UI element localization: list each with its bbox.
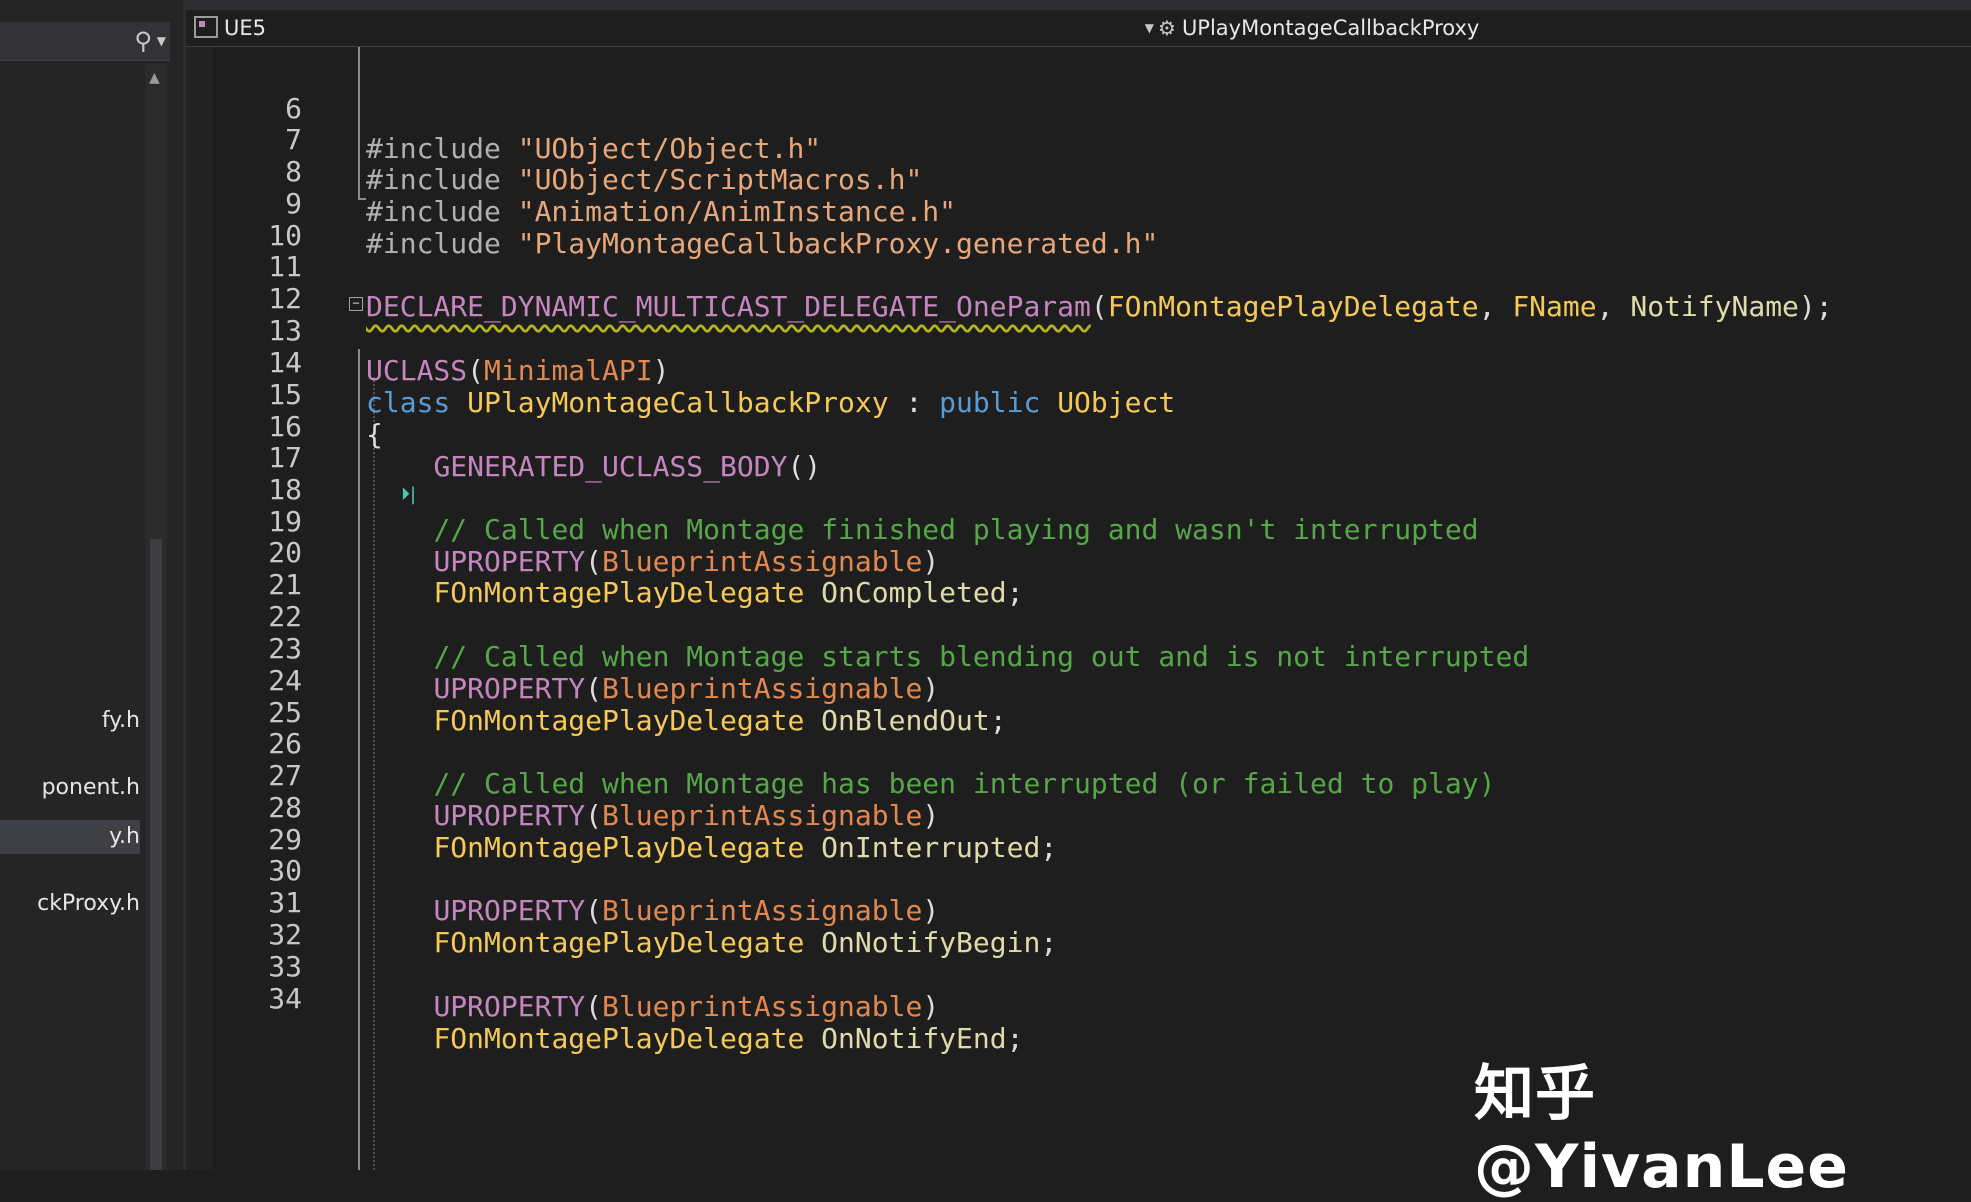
type-name: FOnMontagePlayDelegate — [433, 1022, 805, 1055]
member-dropdown[interactable]: ⚙ UPlayMontageCallbackProxy — [1158, 12, 1958, 44]
search-icon[interactable]: ⚲ — [134, 27, 152, 55]
navigation-bar: UE5 ▼ ⚙ UPlayMontageCallbackProxy — [186, 10, 1971, 47]
solution-explorer: ⚲ ▼ ▲ fy.h ponent.h y.h ckProxy.h — [0, 0, 183, 1170]
member-name: UPlayMontageCallbackProxy — [1181, 16, 1480, 40]
chevron-down-icon[interactable]: ▼ — [1145, 12, 1154, 44]
line-number: 34 — [268, 982, 302, 1015]
scroll-up-arrow-icon[interactable]: ▲ — [149, 70, 160, 86]
project-name: UE5 — [224, 16, 266, 40]
file-item[interactable]: ckProxy.h — [0, 887, 140, 921]
solution-scrollbar[interactable]: ▲ — [145, 64, 167, 1170]
code-line[interactable]: 34 FOnMontagePlayDelegate OnNotifyEnd; — [186, 939, 1971, 1055]
tab-strip — [186, 0, 1971, 10]
chevron-down-icon[interactable]: ▼ — [157, 34, 166, 48]
project-icon — [194, 16, 218, 38]
watermark: 知乎 @YivanLee — [1474, 1059, 1849, 1202]
file-item[interactable]: ponent.h — [0, 771, 140, 805]
class-icon: ⚙ — [1158, 16, 1176, 40]
member-name: OnNotifyEnd — [821, 1022, 1007, 1055]
solution-search-box[interactable]: ⚲ ▼ — [0, 22, 170, 61]
file-item[interactable]: fy.h — [0, 704, 140, 738]
file-item-selected[interactable]: y.h — [0, 820, 140, 854]
project-dropdown[interactable]: UE5 ▼ — [194, 12, 1154, 44]
scrollbar-thumb[interactable] — [150, 539, 162, 1170]
code-editor[interactable]: − ⏵| 6 #include "UObject/Object.h" 7 #in… — [186, 47, 1971, 1170]
